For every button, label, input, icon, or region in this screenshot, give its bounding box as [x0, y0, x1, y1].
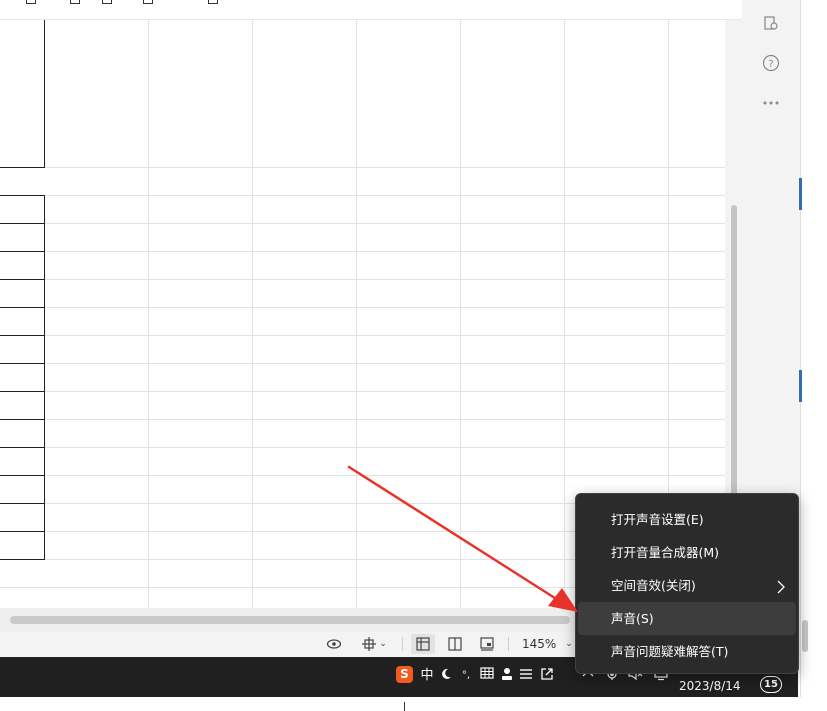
- grid-line: [252, 20, 253, 608]
- cell-border: [0, 251, 45, 252]
- horizontal-scroll-thumb[interactable]: [10, 616, 570, 624]
- cell-border: [0, 223, 45, 224]
- grid-line: [356, 20, 357, 608]
- grid-line: [0, 251, 725, 252]
- notification-badge[interactable]: 15: [760, 676, 782, 693]
- grid-line: [0, 391, 725, 392]
- sogou-icon[interactable]: S: [396, 666, 413, 683]
- menu-item-label: 打开音量合成器(M): [611, 545, 720, 560]
- edge-scroll-thumb[interactable]: [802, 620, 808, 652]
- background-window-edge: [800, 0, 827, 711]
- edge-accent: [799, 178, 802, 210]
- cell-border: [0, 307, 45, 308]
- menu-item-spatial-sound[interactable]: 空间音效(关闭): [578, 569, 796, 602]
- zoom-level[interactable]: 145%: [522, 636, 556, 652]
- menu-item-label: 声音问题疑难解答(T): [611, 644, 729, 659]
- cell-border: [0, 279, 45, 280]
- ribbon-icon[interactable]: [70, 0, 80, 4]
- ribbon-icon[interactable]: [208, 0, 218, 4]
- grid-line: [0, 195, 725, 196]
- menu-item-label: 打开声音设置(E): [611, 512, 704, 527]
- cell-border: [0, 195, 45, 196]
- zoom-dropdown-icon[interactable]: ⌄: [564, 636, 574, 652]
- cell-border: [0, 475, 45, 476]
- cell-border: [0, 503, 45, 504]
- ribbon-icon[interactable]: [143, 0, 153, 4]
- grid-line: [0, 363, 725, 364]
- menu-item-open-sound-settings[interactable]: 打开声音设置(E): [578, 503, 796, 536]
- menu-item-sound[interactable]: 声音(S): [578, 602, 796, 635]
- page-layout-icon[interactable]: [447, 636, 463, 652]
- bottom-tick: [404, 702, 405, 711]
- moon-icon[interactable]: [438, 667, 454, 685]
- menu-item-label: 声音(S): [611, 611, 654, 626]
- menu-item-open-volume-mixer[interactable]: 打开音量合成器(M): [578, 536, 796, 569]
- cell-border: [0, 391, 45, 392]
- svg-text:?: ?: [768, 59, 773, 70]
- menu-icon[interactable]: [518, 667, 534, 685]
- chevron-right-icon: [776, 569, 786, 602]
- grid-line: [460, 20, 461, 608]
- cell-border: [0, 447, 45, 448]
- ribbon-icon[interactable]: [26, 0, 36, 4]
- grid-line: [0, 223, 725, 224]
- cell-border: [0, 419, 45, 420]
- more-icon[interactable]: [762, 94, 780, 112]
- grid-line: [148, 20, 149, 608]
- ime-mode[interactable]: 中: [419, 667, 435, 685]
- grid-line: [0, 167, 725, 168]
- user-icon[interactable]: [499, 667, 515, 685]
- page-break-icon[interactable]: [479, 636, 495, 652]
- sound-context-menu: 打开声音设置(E) 打开音量合成器(M) 空间音效(关闭) 声音(S) 声音问题…: [575, 493, 799, 674]
- menu-item-label: 空间音效(关闭): [611, 578, 696, 593]
- cell-border: [44, 20, 45, 168]
- chevron-down-icon[interactable]: ⌄: [378, 636, 388, 652]
- grid-line: [0, 279, 725, 280]
- crosshair-icon[interactable]: [361, 636, 377, 652]
- bottom-strip: [0, 697, 827, 711]
- grid-line: [564, 20, 565, 608]
- separator: [508, 637, 509, 651]
- cell-border: [0, 167, 45, 168]
- cell-border: [0, 335, 45, 336]
- grid-line: [0, 307, 725, 308]
- cell-border: [0, 531, 45, 532]
- menu-item-troubleshoot-sound[interactable]: 声音问题疑难解答(T): [578, 635, 796, 668]
- ribbon-strip: [0, 0, 800, 20]
- grid-line: [0, 475, 725, 476]
- taskbar-date[interactable]: 2023/8/14: [679, 678, 741, 694]
- normal-view-icon[interactable]: [415, 636, 431, 652]
- share-icon[interactable]: [539, 667, 555, 685]
- cell-border: [0, 363, 45, 364]
- eye-icon[interactable]: [326, 636, 342, 652]
- grid-line: [0, 335, 725, 336]
- grid-line: [0, 447, 725, 448]
- cell-border: [44, 195, 45, 560]
- separator: [402, 637, 403, 651]
- punctuation-icon[interactable]: °,: [458, 667, 474, 685]
- edge-accent: [799, 370, 802, 402]
- keyboard-icon[interactable]: [479, 667, 495, 685]
- find-icon[interactable]: [762, 16, 780, 34]
- grid-line: [0, 419, 725, 420]
- help-icon[interactable]: ?: [762, 54, 780, 72]
- ribbon-icon[interactable]: [102, 0, 112, 4]
- vertical-scroll-thumb[interactable]: [731, 205, 737, 505]
- cell-border: [0, 559, 45, 560]
- screen: ? ⌄ 145% ⌄ S 中 °, 2023/8/14 15 打开声音设置(E)…: [0, 0, 827, 711]
